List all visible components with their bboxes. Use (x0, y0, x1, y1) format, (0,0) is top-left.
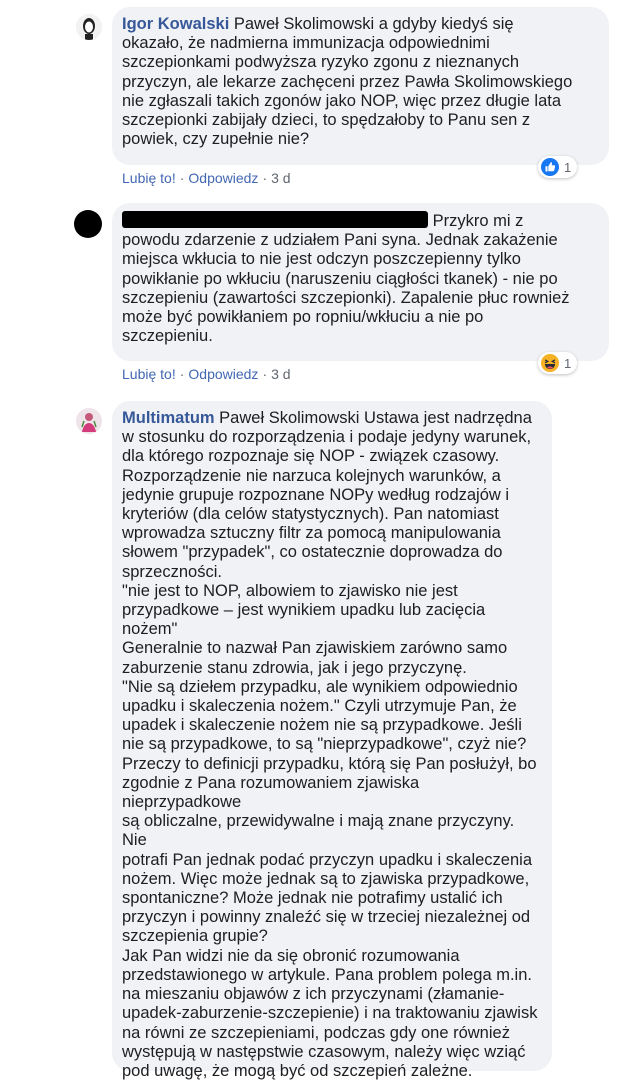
avatar[interactable] (74, 210, 102, 238)
redacted-author-name (122, 211, 428, 228)
comment-text: Przykro mi z powodu zdarzenie z udziałem… (122, 212, 570, 346)
like-icon (541, 158, 559, 176)
comment-time[interactable]: 3 d (271, 170, 290, 186)
user-avatar-icon (76, 14, 102, 40)
reply-button[interactable]: Odpowiedz (188, 366, 258, 382)
comment-text: Paweł Skolimowski a gdyby kiedyś się oka… (122, 15, 573, 149)
comment-bubble: Multimatum Paweł Skolimowski Ustawa jest… (112, 401, 552, 1080)
comment-author[interactable]: Igor Kowalski (122, 15, 229, 33)
like-button[interactable]: Lubię to! (122, 366, 176, 382)
comment-bubble: Igor Kowalski Paweł Skolimowski a gdyby … (112, 7, 609, 165)
separator: · (179, 366, 185, 382)
comment-author[interactable]: Multimatum (122, 409, 215, 427)
comment-actions: Lubię to! · Odpowiedz · 3 d (122, 170, 291, 186)
haha-icon (541, 354, 559, 372)
separator: · (262, 170, 268, 186)
reaction-badge[interactable]: 1 (538, 156, 578, 178)
comment-bubble: Przykro mi z powodu zdarzenie z udziałem… (112, 203, 609, 361)
separator: · (262, 366, 268, 382)
avatar[interactable] (76, 14, 102, 40)
comment-text: Paweł Skolimowski Ustawa jest nadrzędna … (122, 409, 538, 1080)
avatar[interactable] (76, 408, 102, 434)
reaction-badge[interactable]: 1 (538, 352, 578, 374)
reaction-count: 1 (564, 159, 572, 175)
reaction-count: 1 (564, 355, 572, 371)
comment-actions: Lubię to! · Odpowiedz · 3 d (122, 366, 291, 382)
separator: · (179, 170, 185, 186)
comment-time[interactable]: 3 d (271, 366, 290, 382)
user-avatar-icon (76, 408, 102, 434)
like-button[interactable]: Lubię to! (122, 170, 176, 186)
reply-button[interactable]: Odpowiedz (188, 170, 258, 186)
